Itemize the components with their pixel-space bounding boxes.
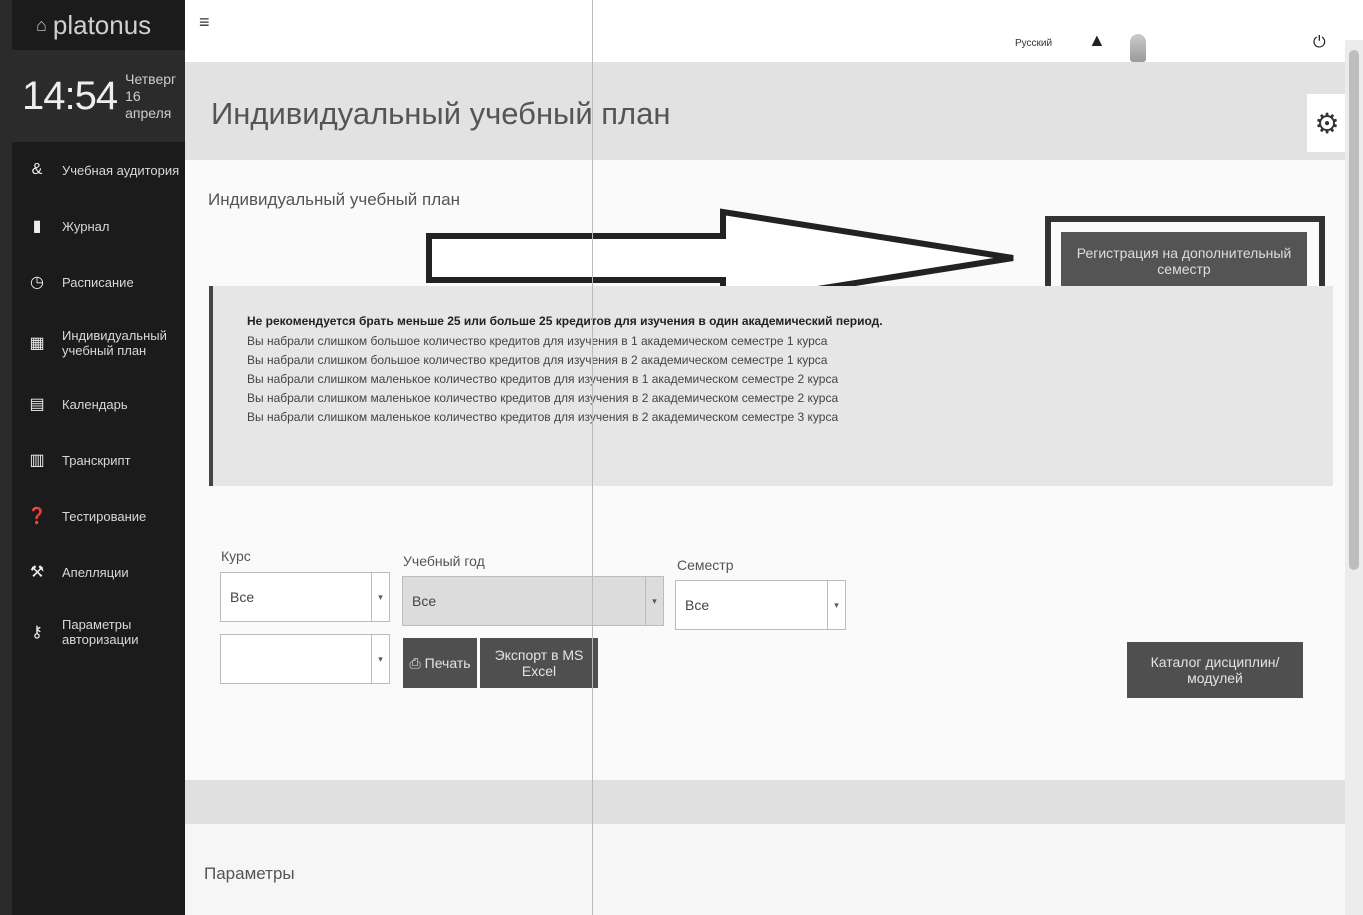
sidebar-item-label: Учебная аудитория xyxy=(62,162,180,178)
sidebar-item-label: Журнал xyxy=(62,218,110,234)
page-title: Индивидуальный учебный план xyxy=(211,96,671,131)
bell-icon[interactable]: ▲ xyxy=(1088,30,1106,51)
course-value: Все xyxy=(230,589,255,605)
scrollbar[interactable] xyxy=(1345,40,1363,915)
clock-date: Четверг 16 апреля xyxy=(125,71,185,122)
sidebar-item-calendar[interactable]: ▤ Календарь xyxy=(12,376,185,432)
topbar: ≡ Русский ▲ ⏻ xyxy=(185,0,1363,62)
page-header: Индивидуальный учебный план ⚙ xyxy=(185,62,1347,160)
scan-fold-line xyxy=(592,0,593,915)
chevron-down-icon: ▾ xyxy=(645,577,663,625)
alert-box: Не рекомендуется брать меньше 25 или бол… xyxy=(209,286,1333,486)
gavel-icon: ⚒ xyxy=(29,564,45,581)
gear-icon: ⚙ xyxy=(1314,107,1340,139)
sidebar-item-transcript[interactable]: ▥ Транскрипт xyxy=(12,432,185,488)
chevron-down-icon: ▾ xyxy=(827,581,845,629)
users-icon: & xyxy=(31,161,43,178)
export-excel-button[interactable]: Экспорт в MS Excel xyxy=(480,638,598,688)
semester-select[interactable]: Все ▾ xyxy=(675,580,846,630)
sidebar-item-label: Апелляции xyxy=(62,564,129,580)
sidebar-item-label: Тестирование xyxy=(62,508,147,524)
calendar-icon: ▤ xyxy=(29,396,45,413)
sidebar-item-label: Расписание xyxy=(62,274,134,290)
register-extra-semester-button[interactable]: Регистрация на дополнительный семестр xyxy=(1061,232,1307,290)
catalog-button[interactable]: Каталог дисциплин/модулей xyxy=(1127,642,1303,698)
key-icon: ⚷ xyxy=(31,624,43,641)
sidebar-item-label: Параметры авторизации xyxy=(62,617,139,647)
menu-toggle-icon[interactable]: ≡ xyxy=(199,12,210,33)
sidebar-item-label: Транскрипт xyxy=(62,452,131,468)
clock-widget: 14:54 Четверг 16 апреля xyxy=(12,50,185,142)
language-selector[interactable]: Русский xyxy=(1015,38,1052,49)
table-icon: ▥ xyxy=(29,452,45,469)
sidebar-item-auth-params[interactable]: ⚷ Параметры авторизации xyxy=(12,600,185,664)
alert-line: Вы набрали слишком большое количество кр… xyxy=(247,353,828,367)
sidebar-item-study-plan[interactable]: ▦ Индивидуальный учебный план xyxy=(12,310,185,376)
sidebar-item-label: Календарь xyxy=(62,396,128,412)
grid-icon: ▦ xyxy=(29,335,45,352)
semester-label: Семестр xyxy=(677,557,734,573)
logo-text: platonus xyxy=(52,9,152,40)
year-value: Все xyxy=(412,593,437,609)
params-section-title: Параметры xyxy=(204,864,295,883)
course-select[interactable]: Все ▾ xyxy=(220,572,390,622)
power-icon[interactable]: ⏻ xyxy=(1313,34,1326,52)
sidebar-item-classroom[interactable]: & Учебная аудитория xyxy=(12,142,185,198)
clock-day: 16 апреля xyxy=(125,87,172,121)
chevron-down-icon: ▾ xyxy=(371,635,389,683)
settings-button[interactable]: ⚙ xyxy=(1307,94,1347,152)
alert-line: Вы набрали слишком маленькое количество … xyxy=(247,391,839,405)
clock-time: 14:54 xyxy=(22,73,118,118)
year-label: Учебный год xyxy=(403,553,485,569)
sidebar-item-schedule[interactable]: ◷ Расписание xyxy=(12,254,185,310)
clock-icon: ◷ xyxy=(30,274,44,291)
scrollbar-thumb[interactable] xyxy=(1349,50,1359,570)
sidebar-item-label: Индивидуальный учебный план xyxy=(62,328,167,358)
sidebar: ⌂ platonus 14:54 Четверг 16 апреля & Уче… xyxy=(0,0,185,915)
sidebar-item-testing[interactable]: ❓ Тестирование xyxy=(12,488,185,544)
section-divider xyxy=(185,780,1345,824)
chevron-down-icon: ▾ xyxy=(371,573,389,621)
alert-heading: Не рекомендуется брать меньше 25 или бол… xyxy=(247,314,883,328)
alert-line: Вы набрали слишком маленькое количество … xyxy=(247,372,839,386)
book-icon: ▮ xyxy=(32,218,42,235)
panel-title: Индивидуальный учебный план xyxy=(208,190,460,209)
extra-select[interactable]: ▾ xyxy=(220,634,390,684)
alert-line: Вы набрали слишком большое количество кр… xyxy=(247,334,828,348)
avatar[interactable] xyxy=(1130,34,1146,62)
year-select[interactable]: Все ▾ xyxy=(402,576,664,626)
sidebar-item-journal[interactable]: ▮ Журнал xyxy=(12,198,185,254)
question-icon: ❓ xyxy=(27,508,47,525)
sidebar-item-appeals[interactable]: ⚒ Апелляции xyxy=(12,544,185,600)
logo[interactable]: ⌂ platonus xyxy=(12,0,185,50)
course-label: Курс xyxy=(221,548,251,564)
alert-line: Вы набрали слишком маленькое количество … xyxy=(247,410,839,424)
printer-icon: ⎙ xyxy=(409,654,421,671)
semester-value: Все xyxy=(685,597,710,613)
logo-icon: ⌂ xyxy=(36,14,47,35)
print-button[interactable]: ⎙ Печать xyxy=(403,638,477,688)
clock-weekday: Четверг xyxy=(125,70,177,87)
print-label: Печать xyxy=(424,655,471,671)
